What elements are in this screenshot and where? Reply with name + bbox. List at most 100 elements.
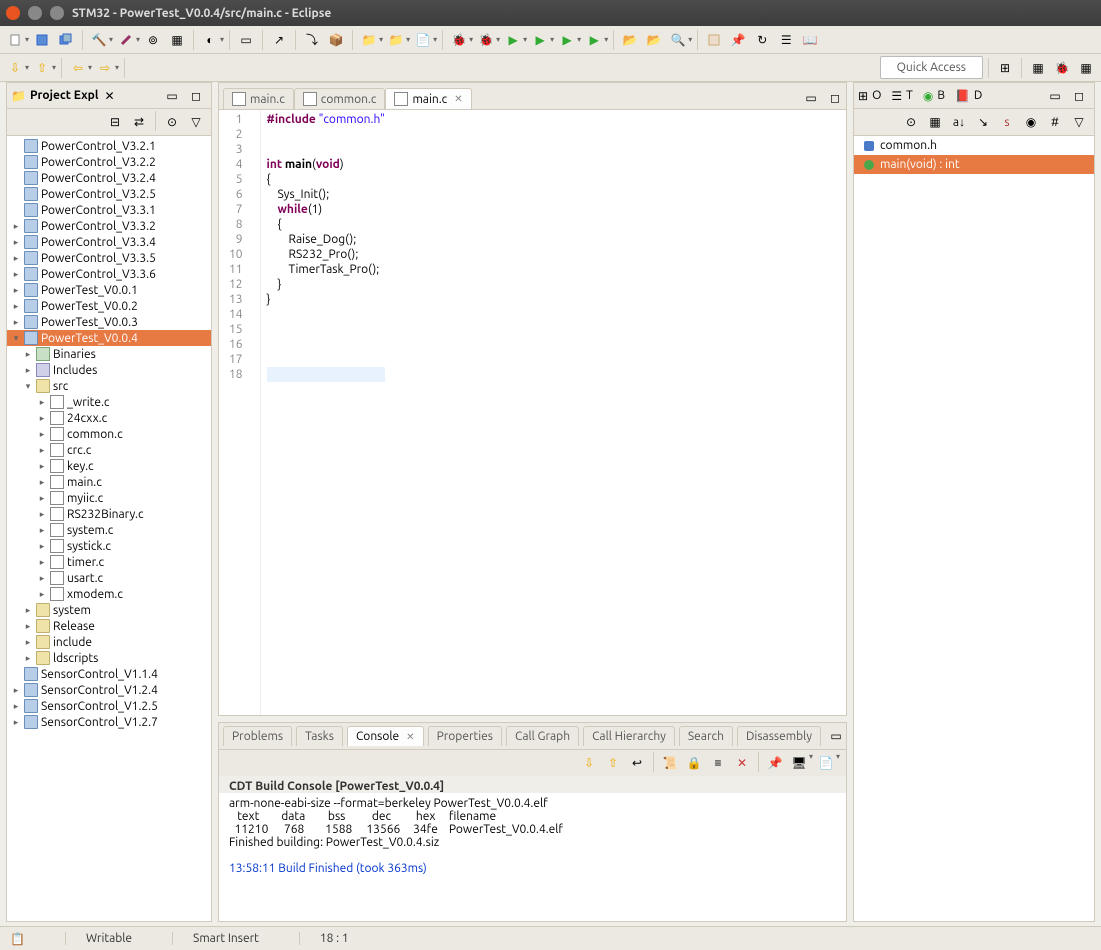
search-icon[interactable]: 🔍: [667, 29, 689, 51]
build-target-icon[interactable]: ⊚: [142, 29, 164, 51]
collapse-all-icon[interactable]: ⊟: [104, 111, 126, 133]
forward-icon[interactable]: ⇨: [94, 57, 116, 79]
editor-tab[interactable]: common.c: [294, 88, 386, 109]
window-maximize-button[interactable]: [50, 6, 64, 20]
tree-item[interactable]: ▸common.c: [7, 426, 211, 442]
tab-b[interactable]: B: [937, 89, 945, 102]
open-console-icon[interactable]: 📄: [815, 752, 837, 774]
bottom-tab[interactable]: Tasks: [296, 726, 343, 746]
remove-icon[interactable]: ✕: [731, 752, 753, 774]
wrap-icon[interactable]: ↩: [626, 752, 648, 774]
tree-item[interactable]: ▸SensorControl_V1.2.5: [7, 698, 211, 714]
build-icon[interactable]: [115, 29, 137, 51]
editor-tab[interactable]: main.c✕: [385, 88, 471, 109]
editor-tab[interactable]: main.c: [223, 88, 294, 109]
clear-icon[interactable]: ≡: [707, 752, 729, 774]
tree-item[interactable]: ▸systick.c: [7, 538, 211, 554]
status-icon[interactable]: 📋: [10, 932, 25, 946]
tree-item[interactable]: ▸xmodem.c: [7, 586, 211, 602]
coverage-icon[interactable]: ▶: [529, 29, 551, 51]
quick-access[interactable]: Quick Access: [880, 56, 983, 79]
tree-item[interactable]: ▸PowerControl_V3.3.5: [7, 250, 211, 266]
debug-perspective-icon[interactable]: 🐞: [1051, 57, 1073, 79]
tree-item[interactable]: ▸PowerTest_V0.0.2: [7, 298, 211, 314]
outline-item[interactable]: common.h: [854, 136, 1094, 155]
bottom-tab[interactable]: Call Graph: [506, 726, 579, 746]
book-icon[interactable]: 📖: [799, 29, 821, 51]
tree-item[interactable]: ▸Includes: [7, 362, 211, 378]
tree-item[interactable]: PowerControl_V3.2.4: [7, 170, 211, 186]
tab-d[interactable]: D: [974, 89, 982, 102]
folder-star-icon[interactable]: 📁: [358, 29, 380, 51]
o-menu-icon[interactable]: ▽: [1068, 111, 1090, 133]
profile-run-icon[interactable]: ▶: [556, 29, 578, 51]
perspective-icon[interactable]: ⊞: [994, 57, 1016, 79]
tree-item[interactable]: ▸crc.c: [7, 442, 211, 458]
tree-item[interactable]: ▸timer.c: [7, 554, 211, 570]
tree-item[interactable]: ▸Binaries: [7, 346, 211, 362]
package-icon[interactable]: 📦: [325, 29, 347, 51]
tree-item[interactable]: ▸SensorControl_V1.2.4: [7, 682, 211, 698]
tree-item[interactable]: ▸PowerControl_V3.3.6: [7, 266, 211, 282]
outline-item[interactable]: main(void) : int: [854, 155, 1094, 174]
prev-annotation-icon[interactable]: ⇧: [31, 57, 53, 79]
outline-t-icon[interactable]: ☰: [891, 89, 902, 103]
chip-icon[interactable]: ▦: [166, 29, 188, 51]
tree-item[interactable]: ▸ldscripts: [7, 650, 211, 666]
tree-item[interactable]: PowerControl_V3.2.5: [7, 186, 211, 202]
project-tree[interactable]: PowerControl_V3.2.1PowerControl_V3.2.2Po…: [7, 136, 211, 921]
o-hide2-icon[interactable]: s: [996, 111, 1018, 133]
toggle-icon[interactable]: ▭: [235, 29, 257, 51]
o-hide4-icon[interactable]: #: [1044, 111, 1066, 133]
c-perspective-icon[interactable]: ▦: [1027, 57, 1049, 79]
open-task-icon[interactable]: 📂: [643, 29, 665, 51]
window-minimize-button[interactable]: [28, 6, 42, 20]
tree-item[interactable]: ▸PowerTest_V0.0.3: [7, 314, 211, 330]
outline-maximize-icon[interactable]: ◻: [1068, 85, 1090, 107]
link-icon[interactable]: ↗: [268, 29, 290, 51]
tree-item[interactable]: ▸24cxx.c: [7, 410, 211, 426]
back-icon[interactable]: ⇦: [67, 57, 89, 79]
view-menu-icon[interactable]: ▽: [185, 111, 207, 133]
new-button[interactable]: [4, 29, 26, 51]
build-all-icon[interactable]: 🔨: [88, 29, 110, 51]
scroll-icon[interactable]: 📜: [659, 752, 681, 774]
pin-icon[interactable]: 📌: [727, 29, 749, 51]
bottom-tab[interactable]: Problems: [223, 726, 292, 746]
save-button[interactable]: [31, 29, 53, 51]
tree-item[interactable]: ▸RS232Binary.c: [7, 506, 211, 522]
editor-maximize-icon[interactable]: ◻: [824, 87, 846, 109]
o-hide3-icon[interactable]: ◉: [1020, 111, 1042, 133]
editor-body[interactable]: 123456789101112131415161718 #include "co…: [219, 110, 846, 715]
tab-t[interactable]: T: [906, 89, 913, 102]
tab-close-icon[interactable]: ✕: [104, 89, 114, 103]
profile-icon[interactable]: ◐: [199, 29, 221, 51]
outline-b-icon[interactable]: ◉: [923, 89, 933, 103]
outline-minimize-icon[interactable]: ▭: [1044, 85, 1066, 107]
save-all-button[interactable]: [55, 29, 77, 51]
next-annotation-icon[interactable]: ⇩: [4, 57, 26, 79]
other-perspective-icon[interactable]: ▦: [1075, 57, 1097, 79]
down-icon[interactable]: ⇩: [578, 752, 600, 774]
o-hide1-icon[interactable]: ↘: [972, 111, 994, 133]
skip-icon[interactable]: ⤵: [301, 29, 323, 51]
outline-list[interactable]: common.hmain(void) : int: [854, 136, 1094, 921]
ext-run-icon[interactable]: ▶: [583, 29, 605, 51]
open-type-icon[interactable]: 📂: [619, 29, 641, 51]
bottom-tab[interactable]: Disassembly: [737, 726, 821, 746]
debug2-icon[interactable]: 🐞: [475, 29, 497, 51]
tree-item[interactable]: SensorControl_V1.1.4: [7, 666, 211, 682]
lock-icon[interactable]: 🔒: [683, 752, 705, 774]
focus-icon[interactable]: ⊙: [161, 111, 183, 133]
tree-item[interactable]: ▸Release: [7, 618, 211, 634]
pin-console-icon[interactable]: 📌: [764, 752, 786, 774]
outline-o-icon[interactable]: ⊞: [858, 89, 868, 103]
tree-item[interactable]: ▸system: [7, 602, 211, 618]
link-editor-icon[interactable]: ⇄: [128, 111, 150, 133]
bottompanel-minimize-icon[interactable]: ▭: [825, 725, 847, 747]
tree-item[interactable]: ▸PowerControl_V3.3.4: [7, 234, 211, 250]
tree-item[interactable]: ▾src: [7, 378, 211, 394]
outline-d-icon[interactable]: 📕: [955, 89, 970, 103]
tree-item[interactable]: ▸PowerControl_V3.3.2: [7, 218, 211, 234]
refresh-icon[interactable]: ↻: [751, 29, 773, 51]
